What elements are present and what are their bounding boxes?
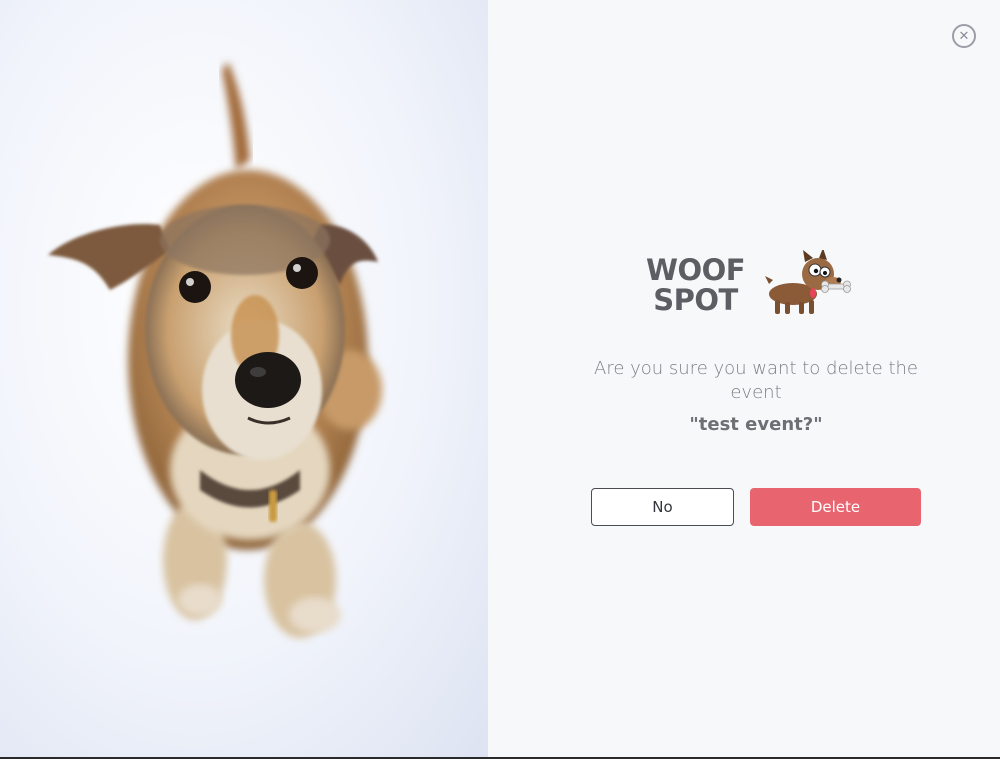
dog-photo [48,62,382,638]
logo-line-spot: SPOT [653,283,738,317]
close-icon: ✕ [958,28,970,44]
logo-line-woof: WOOF [646,253,746,287]
confirmation-message: Are you sure you want to delete the even… [594,358,918,403]
no-button[interactable]: No [591,488,734,526]
event-name-label: "test event?" [689,414,823,435]
cartoon-dog-with-bone-icon [765,250,852,314]
delete-button[interactable]: Delete [750,488,921,526]
woofspot-logo: WOOF SPOT [646,249,866,321]
close-button[interactable]: ✕ [952,24,976,48]
dog-photo-panel [0,0,488,757]
logo-wordmark: WOOF SPOT [646,253,746,317]
